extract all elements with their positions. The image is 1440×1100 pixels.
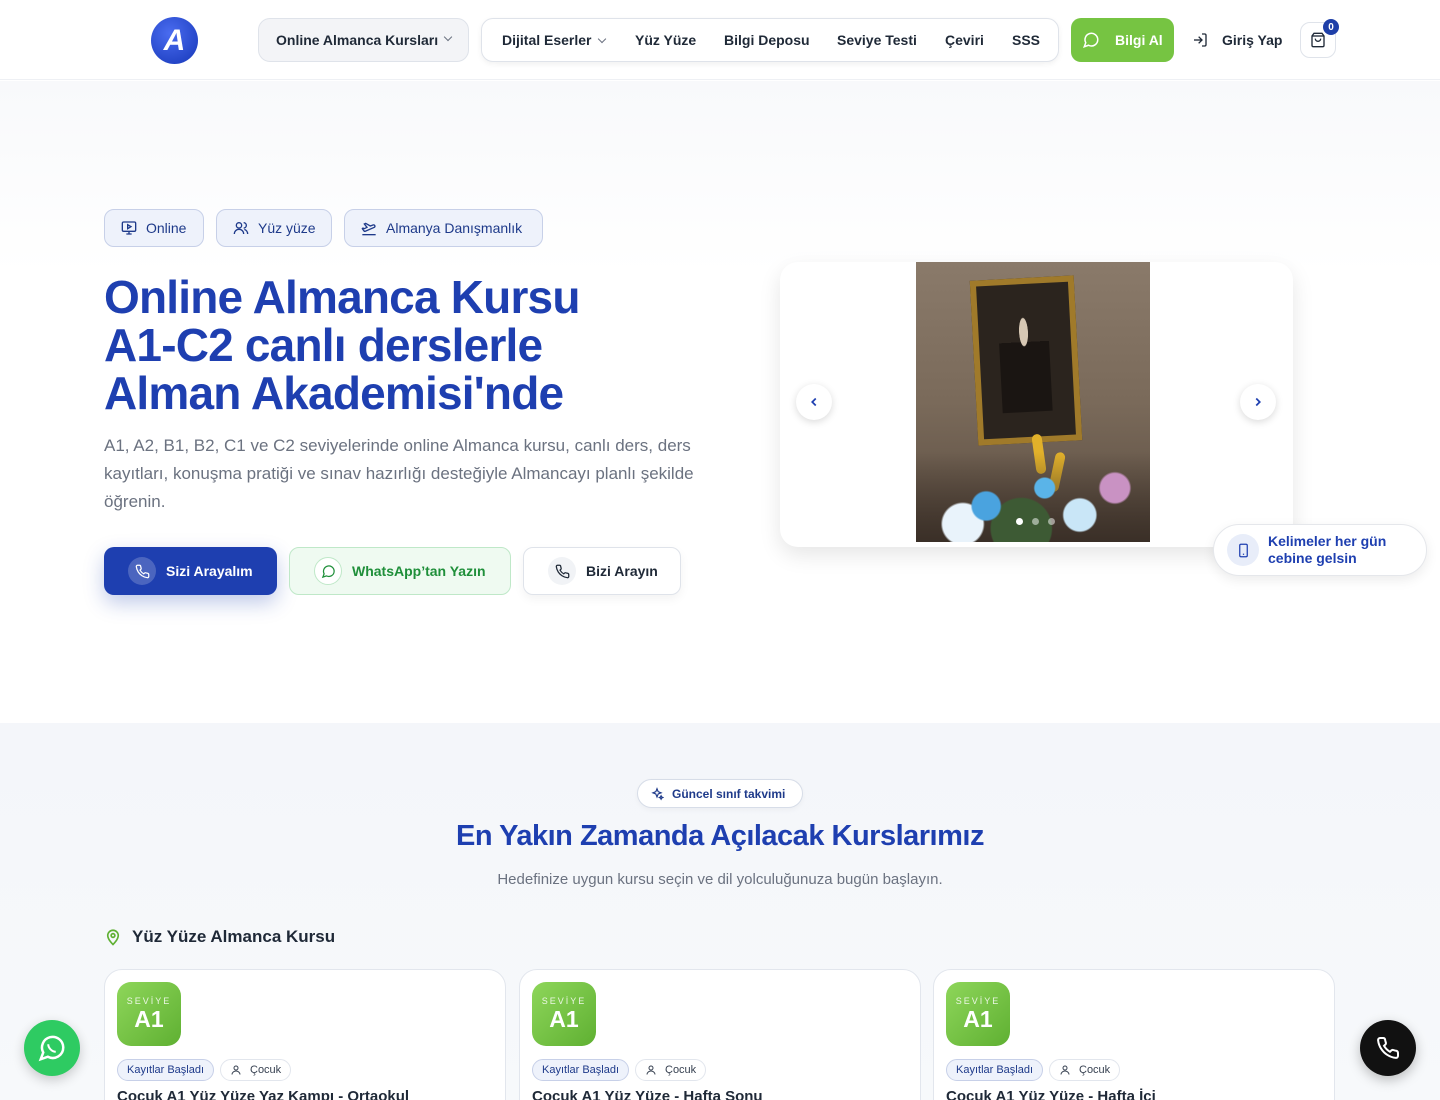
- slider-next-button[interactable]: [1240, 384, 1276, 420]
- sparkles-icon: [651, 786, 664, 801]
- audience-badge: Çocuk: [220, 1059, 292, 1081]
- status-badge: Kayıtlar Başladı: [532, 1059, 630, 1081]
- phone-icon: [548, 557, 576, 585]
- map-pin-icon: [106, 929, 120, 946]
- call-float-button[interactable]: [1360, 1020, 1416, 1076]
- chevron-left-icon: [811, 397, 817, 407]
- status-badge: Kayıtlar Başladı: [117, 1059, 215, 1081]
- nav-item-ceviri[interactable]: Çeviri: [945, 19, 984, 61]
- chevron-down-icon: [597, 34, 606, 44]
- shopping-bag-icon: [1311, 32, 1325, 48]
- slider-dot[interactable]: [1016, 518, 1023, 525]
- course-title: Çocuk A1 Yüz Yüze - Hafta Sonu: [532, 1088, 763, 1100]
- slider-dot[interactable]: [1048, 518, 1055, 525]
- info-button[interactable]: Bilgi Al: [1071, 18, 1174, 62]
- nav-item-bilgi-deposu[interactable]: Bilgi Deposu: [724, 19, 810, 61]
- audience-badge: Çocuk: [635, 1059, 707, 1081]
- whatsapp-float-button[interactable]: [24, 1020, 80, 1076]
- status-badge: Kayıtlar Başladı: [946, 1059, 1044, 1081]
- call-me-button[interactable]: Sizi Arayalım: [104, 547, 277, 595]
- daily-words-text: Kelimeler her gün cebine gelsin: [1268, 533, 1387, 566]
- hero-title-line-2: A1-C2 canlı derslerle: [104, 319, 543, 371]
- level-badge: SEVİYE A1: [946, 982, 1010, 1046]
- main-nav: Dijital Eserler Yüz Yüze Bilgi Deposu Se…: [481, 18, 1059, 62]
- nav-item-yuz-yuze[interactable]: Yüz Yüze: [635, 19, 696, 61]
- portrait-frame: [969, 275, 1083, 446]
- courses-subtitle: Hedefinize uygun kursu seçin ve dil yolc…: [497, 871, 943, 888]
- courses-menu-label: Online Almanca Kursları: [276, 32, 439, 48]
- hero-title-line-1: Online Almanca Kursu: [104, 271, 580, 323]
- hero-title-line-3: Alman Akademisi'nde: [104, 367, 564, 419]
- chevron-down-icon: [443, 32, 453, 42]
- course-title: Çocuk A1 Yüz Yüze Yaz Kampı - Ortaokul: [117, 1088, 410, 1100]
- nav-item-seviye-testi[interactable]: Seviye Testi: [837, 19, 917, 61]
- phone-call-icon: [128, 557, 156, 585]
- course-card[interactable]: SEVİYE A1 Kayıtlar Başladı Çocuk Çocuk A1…: [519, 969, 921, 1100]
- login-icon: [1194, 33, 1207, 47]
- monitor-play-icon: [121, 221, 137, 235]
- user-icon: [646, 1065, 656, 1075]
- smartphone-icon: [1227, 534, 1259, 566]
- plane-icon: [361, 222, 376, 236]
- course-title: Çocuk A1 Yüz Yüze - Hafta İçi: [946, 1088, 1156, 1100]
- audience-badge: Çocuk: [1049, 1059, 1121, 1081]
- courses-title: En Yakın Zamanda Açılacak Kurslarımız: [456, 820, 984, 852]
- login-link[interactable]: Giriş Yap: [1192, 18, 1282, 62]
- chevron-right-icon: [1255, 397, 1261, 407]
- daily-words-card[interactable]: Kelimeler her gün cebine gelsin: [1213, 524, 1427, 576]
- site-header: A Online Almanca Kursları Dijital Eserle…: [0, 0, 1440, 80]
- nav-item-sss[interactable]: SSS: [1012, 19, 1040, 61]
- hero-image-slider[interactable]: [780, 262, 1293, 547]
- users-icon: [233, 222, 249, 235]
- phone-icon: [1377, 1036, 1400, 1059]
- slider-prev-button[interactable]: [796, 384, 832, 420]
- whatsapp-icon: [314, 557, 342, 585]
- cart-count-badge: 0: [1323, 19, 1339, 35]
- user-icon: [1060, 1065, 1070, 1075]
- location-heading: Yüz Yüze Almanca Kursu: [104, 927, 335, 947]
- slider-dot[interactable]: [1032, 518, 1039, 525]
- hero-description: A1, A2, B1, B2, C1 ve C2 seviyelerinde o…: [104, 436, 694, 511]
- flower-arrangement: [916, 452, 1150, 542]
- nav-item-dijital-eserler[interactable]: Dijital Eserler: [502, 19, 606, 61]
- level-badge: SEVİYE A1: [117, 982, 181, 1046]
- courses-menu-button[interactable]: Online Almanca Kursları: [258, 18, 469, 62]
- call-us-button[interactable]: Bizi Arayın: [523, 547, 681, 595]
- course-card[interactable]: SEVİYE A1 Kayıtlar Başladı Çocuk Çocuk A1…: [104, 969, 506, 1100]
- slider-photo: [916, 262, 1150, 542]
- tag-online[interactable]: Online: [104, 209, 204, 247]
- whatsapp-icon: [38, 1035, 65, 1062]
- schedule-tag: Güncel sınıf takvimi: [637, 779, 803, 808]
- whatsapp-button[interactable]: WhatsApp’tan Yazın: [289, 547, 511, 595]
- level-badge: SEVİYE A1: [532, 982, 596, 1046]
- tag-almanya-danismanlik[interactable]: Almanya Danışmanlık: [344, 209, 543, 247]
- brand-logo[interactable]: A: [151, 17, 198, 64]
- chat-icon: [1082, 32, 1099, 48]
- user-icon: [231, 1065, 241, 1075]
- course-card[interactable]: SEVİYE A1 Kayıtlar Başladı Çocuk Çocuk A1…: [933, 969, 1335, 1100]
- tag-yuz-yuze[interactable]: Yüz yüze: [216, 209, 332, 247]
